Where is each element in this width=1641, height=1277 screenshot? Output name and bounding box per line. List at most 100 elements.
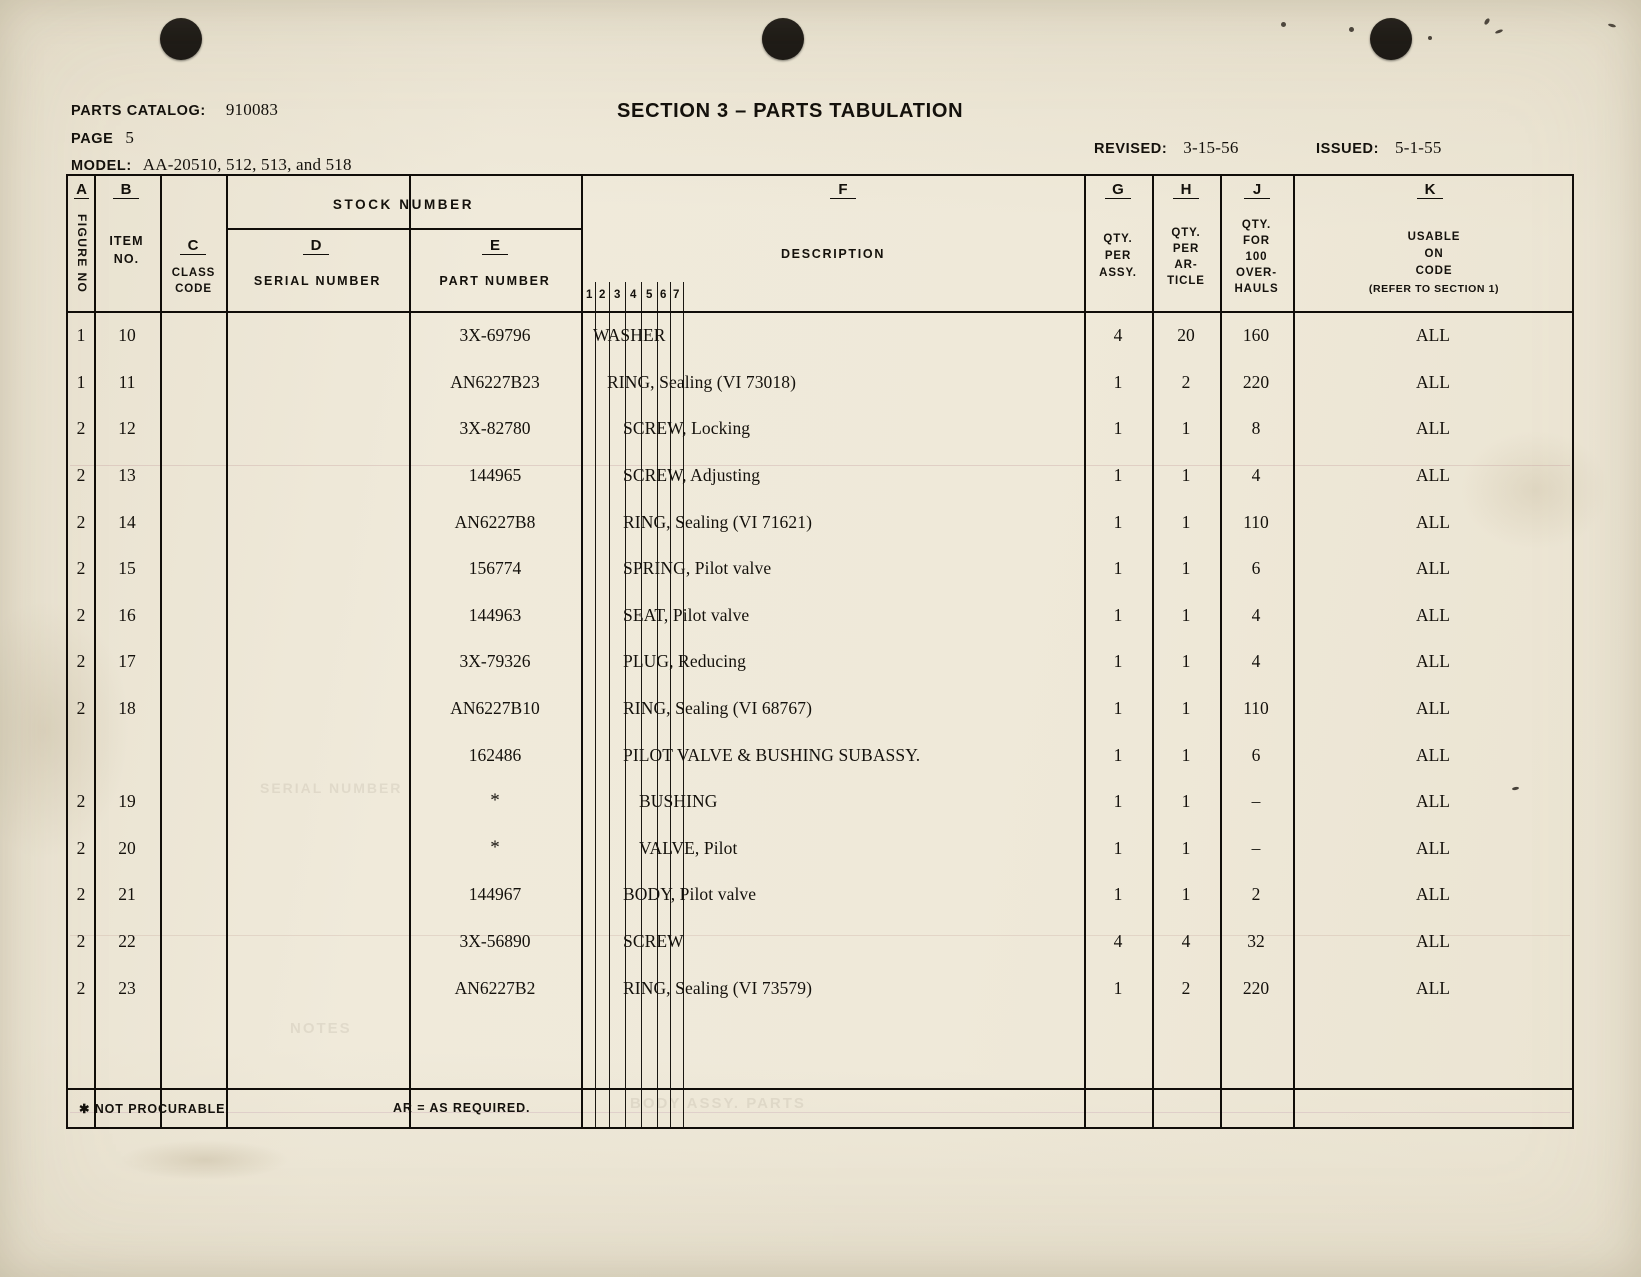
col-letter-c: C [180, 238, 206, 255]
indent-digit-2: 2 [599, 289, 606, 301]
cell-figure-no: 2 [76, 418, 86, 439]
cell-usable-on-code: ALL [1415, 371, 1451, 392]
cell-figure-no: 2 [76, 884, 86, 905]
cell-qty-100-overhauls: 110 [1243, 511, 1269, 532]
page-line: PAGE 5 [71, 125, 352, 153]
col-name-j-line3: 100 [1245, 251, 1268, 263]
cell-item-no: 15 [118, 557, 136, 578]
cell-item-no: 19 [118, 790, 136, 811]
cell-qty-per-article: 2 [1181, 371, 1191, 392]
cell-qty-100-overhauls: 2 [1251, 884, 1261, 905]
indent-rule-1 [595, 282, 597, 1127]
cell-qty-100-overhauls: 220 [1242, 977, 1270, 998]
cell-item-no: 23 [118, 977, 136, 998]
cell-usable-on-code: ALL [1415, 884, 1451, 905]
paper-speck [1281, 22, 1286, 27]
cell-description: PILOT VALVE & BUSHING SUBASSY. [623, 744, 921, 765]
col-name-h-line1: QTY. [1171, 227, 1201, 239]
revised-label: REVISED: [1094, 141, 1168, 157]
cell-usable-on-code: ALL [1415, 324, 1451, 345]
col-divider-j-k [1293, 176, 1295, 1127]
cell-usable-on-code: ALL [1415, 557, 1451, 578]
col-name-k-line3: CODE [1415, 265, 1453, 277]
catalog-line: PARTS CATALOG: 910083 [71, 97, 352, 125]
cell-qty-per-assy: 1 [1113, 604, 1123, 625]
col-name-h-line4: TICLE [1167, 275, 1205, 287]
document-page: NOTES BODY ASSY. PARTS SERIAL NUMBER PAR… [0, 0, 1641, 1277]
cell-usable-on-code: ALL [1415, 651, 1451, 672]
footnote-as-required: AR = AS REQUIRED. [393, 1101, 531, 1115]
col-letter-k: K [1417, 182, 1443, 199]
footer-top-rule [68, 1088, 1572, 1090]
cell-qty-per-article: 1 [1181, 790, 1191, 811]
cell-qty-100-overhauls: 4 [1251, 651, 1261, 672]
cell-description: VALVE, Pilot [639, 837, 738, 858]
cell-description: PLUG, Reducing [623, 651, 746, 672]
cell-part-number: AN6227B2 [454, 977, 536, 998]
col-letter-f: F [830, 182, 856, 199]
cell-qty-per-article: 20 [1177, 324, 1195, 345]
cell-description: BODY, Pilot valve [623, 884, 757, 905]
cell-figure-no: 2 [76, 557, 86, 578]
cell-figure-no: 1 [76, 324, 86, 345]
cell-qty-per-article: 1 [1181, 511, 1191, 532]
paper-speck [1349, 27, 1354, 32]
document-header-left: PARTS CATALOG: 910083 PAGE 5 MODEL: AA-2… [71, 97, 352, 180]
punch-hole [762, 18, 804, 60]
issued-value: 5-1-55 [1395, 138, 1442, 157]
col-letter-j: J [1244, 182, 1270, 199]
col-name-j-line5: HAULS [1234, 283, 1279, 295]
col-divider-b-c [160, 176, 162, 1127]
cell-qty-per-assy: 1 [1113, 464, 1123, 485]
cell-figure-no: 2 [76, 604, 86, 625]
cell-figure-no: 2 [76, 930, 86, 951]
cell-usable-on-code: ALL [1415, 744, 1451, 765]
col-name-g-line2: PER [1104, 250, 1132, 262]
cell-figure-no: 2 [76, 977, 86, 998]
cell-part-number: 162486 [468, 744, 522, 765]
cell-part-number: AN6227B8 [454, 511, 536, 532]
cell-item-no: 14 [118, 511, 136, 532]
paper-speck [1494, 28, 1504, 35]
cell-part-number: 144963 [468, 604, 522, 625]
cell-item-no: 16 [118, 604, 136, 625]
cell-qty-per-article: 1 [1181, 744, 1191, 765]
cell-part-number: 3X-69796 [459, 324, 531, 345]
section-title: SECTION 3 – PARTS TABULATION [617, 100, 964, 122]
col-name-j-line1: QTY. [1241, 219, 1272, 231]
cell-qty-per-article: 1 [1181, 697, 1191, 718]
cell-part-number: 3X-56890 [459, 930, 531, 951]
cell-qty-per-article: 4 [1181, 930, 1191, 951]
indent-digit-4: 4 [630, 289, 637, 301]
cell-qty-per-assy: 1 [1113, 744, 1123, 765]
cell-qty-per-article: 1 [1181, 604, 1191, 625]
cell-usable-on-code: ALL [1415, 604, 1451, 625]
cell-qty-per-assy: 4 [1113, 930, 1123, 951]
cell-qty-per-assy: 1 [1113, 884, 1123, 905]
header-bottom-rule [68, 311, 1572, 313]
cell-qty-100-overhauls: 8 [1251, 418, 1261, 439]
col-name-h-line2: PER [1172, 243, 1200, 255]
cell-part-number: * [490, 836, 500, 858]
col-name-g-line3: ASSY. [1099, 267, 1137, 279]
cell-qty-per-assy: 1 [1113, 790, 1123, 811]
cell-qty-100-overhauls: 220 [1242, 371, 1270, 392]
cell-qty-per-article: 1 [1181, 418, 1191, 439]
cell-usable-on-code: ALL [1415, 511, 1451, 532]
cell-usable-on-code: ALL [1415, 464, 1451, 485]
indent-digit-5: 5 [646, 289, 653, 301]
col-divider-a-b [94, 176, 96, 1127]
cell-qty-per-article: 2 [1181, 977, 1191, 998]
cell-description: SPRING, Pilot valve [623, 557, 772, 578]
indent-digit-7: 7 [673, 289, 680, 301]
col-divider-g-h [1152, 176, 1154, 1127]
cell-figure-no: 2 [76, 651, 86, 672]
cell-qty-per-article: 1 [1181, 651, 1191, 672]
cell-figure-no: 2 [76, 464, 86, 485]
cell-qty-per-assy: 4 [1113, 324, 1123, 345]
cell-qty-100-overhauls: 4 [1251, 604, 1261, 625]
col-name-item-no-line1: ITEM [109, 234, 144, 248]
issued-group: ISSUED: 5-1-55 [1316, 138, 1442, 158]
cell-qty-per-assy: 1 [1113, 511, 1123, 532]
cell-qty-100-overhauls: 4 [1251, 464, 1261, 485]
